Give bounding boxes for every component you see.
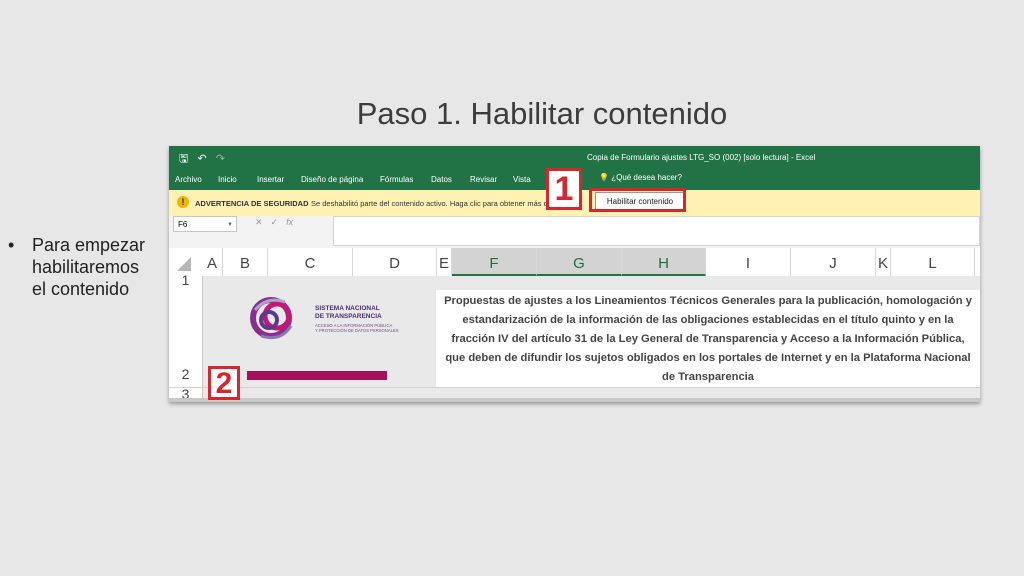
tab-diseno[interactable]: Diseño de página — [301, 175, 363, 184]
formula-tools: ✕✓fx — [255, 217, 293, 228]
col-header-k[interactable]: K — [876, 248, 891, 276]
notice-text: Propuestas de ajustes a los Lineamientos… — [444, 295, 972, 383]
select-all-corner[interactable] — [177, 257, 191, 271]
row-header-2[interactable]: 2 — [169, 366, 202, 382]
step-2-badge: 2 — [208, 366, 240, 400]
tab-vista[interactable]: Vista — [513, 175, 531, 184]
col-header-c[interactable]: C — [268, 248, 353, 276]
name-box[interactable]: F6 ▼ — [173, 216, 237, 232]
col-header-l[interactable]: L — [891, 248, 975, 276]
col-header-f[interactable]: F — [452, 248, 537, 276]
window-title: Copia de Formulario ajustes LTG_SO (002)… — [587, 153, 816, 162]
col-header-e[interactable]: E — [437, 248, 452, 276]
row-header-1[interactable]: 1 — [169, 272, 202, 288]
row-divider — [169, 387, 980, 388]
warning-icon: ! — [177, 196, 189, 208]
bullet-dot: • — [8, 235, 15, 255]
tab-formulas[interactable]: Fórmulas — [380, 175, 413, 184]
formula-input[interactable] — [333, 216, 980, 246]
tab-insertar[interactable]: Insertar — [257, 175, 284, 184]
column-headers: A B C D E F G H I J K L — [169, 248, 980, 277]
logo-mark — [250, 297, 293, 340]
notice-cell[interactable]: Propuestas de ajustes a los Lineamientos… — [436, 290, 980, 388]
logo-title-line1: SISTEMA NACIONAL — [315, 305, 380, 312]
row-headers: 1 2 3 — [169, 272, 203, 402]
security-label: ADVERTENCIA DE SEGURIDAD — [195, 199, 309, 208]
col-header-d[interactable]: D — [353, 248, 437, 276]
tab-revisar[interactable]: Revisar — [470, 175, 497, 184]
fx-icon[interactable]: fx — [286, 217, 293, 227]
logo-title: SISTEMA NACIONAL DE TRANSPARENCIA — [315, 305, 382, 321]
chevron-down-icon[interactable]: ▼ — [227, 217, 233, 233]
tell-me-box[interactable]: 💡 ¿Qué desea hacer? — [599, 173, 682, 182]
slide-title: Paso 1. Habilitar contenido — [356, 96, 728, 131]
check-icon[interactable]: ✓ — [271, 217, 287, 227]
bullet-text: Para empezar habilitaremos el contenido — [32, 235, 146, 299]
tab-archivo[interactable]: Archivo — [175, 175, 202, 184]
title-bar: 🖫 ↶ ↷ Copia de Formulario ajustes LTG_SO… — [169, 146, 980, 170]
step-1-badge: 1 — [546, 168, 582, 210]
col-header-b[interactable]: B — [223, 248, 268, 276]
col-header-i[interactable]: I — [706, 248, 791, 276]
undo-icon[interactable]: ↶ — [197, 153, 208, 165]
col-header-g[interactable]: G — [537, 248, 622, 276]
col-header-a[interactable]: A — [202, 248, 223, 276]
logo-title-line2: DE TRANSPARENCIA — [315, 313, 382, 320]
quick-access-toolbar: 🖫 ↶ ↷ — [179, 150, 229, 169]
logo-sub-line2: Y PROTECCIÓN DE DATOS PERSONALES — [315, 328, 399, 333]
save-icon[interactable]: 🖫 — [179, 153, 190, 165]
magenta-bar — [247, 371, 387, 380]
horizontal-scrollbar[interactable] — [169, 398, 980, 402]
tell-me-text: ¿Qué desea hacer? — [611, 173, 682, 182]
enable-content-highlight — [589, 188, 686, 212]
transparency-logo: SISTEMA NACIONAL DE TRANSPARENCIA ACCESO… — [247, 292, 399, 344]
security-message[interactable]: Se deshabilitó parte del contenido activ… — [311, 199, 549, 208]
tab-inicio[interactable]: Inicio — [218, 175, 237, 184]
col-header-j[interactable]: J — [791, 248, 876, 276]
cancel-icon[interactable]: ✕ — [255, 217, 271, 227]
redo-icon[interactable]: ↷ — [216, 153, 227, 165]
logo-subtitle: ACCESO A LA INFORMACIÓN PÚBLICA Y PROTEC… — [315, 323, 399, 333]
formula-bar: F6 ▼ ✕✓fx — [169, 216, 980, 249]
name-box-value: F6 — [178, 220, 188, 229]
lightbulb-icon: 💡 — [599, 173, 609, 182]
col-header-h[interactable]: H — [622, 248, 706, 276]
tab-datos[interactable]: Datos — [431, 175, 452, 184]
